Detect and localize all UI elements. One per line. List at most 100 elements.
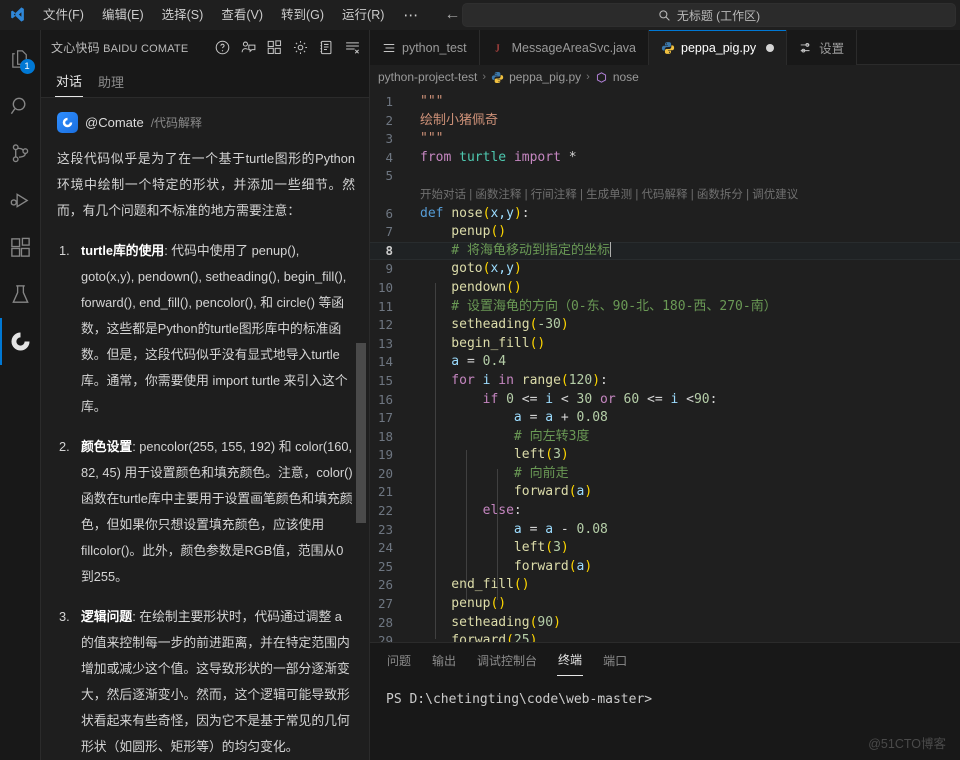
- code-line[interactable]: 22 else:: [370, 502, 960, 521]
- activitybar-comate[interactable]: [0, 318, 41, 365]
- person-feedback-icon[interactable]: [240, 39, 257, 56]
- panel-tab-ports[interactable]: 端口: [602, 644, 628, 676]
- code-token: :: [600, 372, 608, 388]
- code-line[interactable]: 23 a = a - 0.08: [370, 521, 960, 540]
- menu-bar: 文件(F) 编辑(E) 选择(S) 查看(V) 转到(G) 运行(R) ⋯: [34, 2, 429, 28]
- panel-tab-debug-console[interactable]: 调试控制台: [476, 644, 538, 676]
- code-token: (: [560, 372, 569, 388]
- code-line[interactable]: 13 begin_fill(): [370, 335, 960, 354]
- code-line[interactable]: 19 left(3): [370, 446, 960, 465]
- code-line[interactable]: 4 from turtle import *: [370, 149, 960, 168]
- panel-tab-problems[interactable]: 问题: [386, 644, 412, 676]
- menu-edit[interactable]: 编辑(E): [93, 2, 153, 28]
- arrow-left-icon[interactable]: ←: [443, 6, 461, 23]
- codelens-actions[interactable]: 开始对话 | 函数注释 | 行间注释 | 生成单测 | 代码解释 | 函数拆分 …: [406, 186, 798, 205]
- tab-messageareasvc-java[interactable]: J MessageAreaSvc.java: [479, 30, 650, 65]
- code-line[interactable]: 3 """: [370, 130, 960, 149]
- extensions-layout-icon[interactable]: [266, 39, 283, 56]
- settings-icon: [799, 41, 813, 55]
- panel-tab-terminal[interactable]: 终端: [557, 643, 584, 676]
- activitybar-testing[interactable]: [0, 271, 41, 318]
- run-debug-icon: [10, 193, 28, 208]
- vscode-logo-icon: [0, 0, 34, 30]
- code-line[interactable]: 16 if 0 <= i < 30 or 60 <= i <90:: [370, 391, 960, 410]
- line-number: 15: [377, 372, 393, 388]
- code-line[interactable]: 6 def nose(x,y):: [370, 205, 960, 224]
- code-token: x,y: [490, 261, 514, 277]
- question-circle-icon[interactable]: [214, 39, 231, 56]
- breadcrumb-file[interactable]: peppa_pig.py: [491, 70, 581, 84]
- gear-icon[interactable]: [292, 39, 309, 56]
- menu-view[interactable]: 查看(V): [212, 2, 272, 28]
- code-line[interactable]: 12 setheading(-30): [370, 316, 960, 335]
- code-line[interactable]: 17 a = a + 0.08: [370, 409, 960, 428]
- code-line[interactable]: 21 forward(a): [370, 483, 960, 502]
- line-number: 2: [385, 112, 393, 128]
- code-token: # 将海龟移动到指定的坐标: [420, 242, 610, 258]
- breadcrumb-folder[interactable]: python-project-test: [378, 70, 477, 84]
- code-token: ): [592, 372, 601, 388]
- menu-file[interactable]: 文件(F): [34, 2, 93, 28]
- panel-tab-output[interactable]: 输出: [431, 644, 457, 676]
- quick-input-search[interactable]: 无标题 (工作区): [462, 3, 956, 27]
- line-number: 28: [377, 614, 393, 630]
- activitybar-source-control[interactable]: [0, 130, 41, 177]
- code-line[interactable]: 9 goto(x,y): [370, 260, 960, 279]
- code-line[interactable]: 11 # 设置海龟的方向（0-东、90-北、180-西、270-南）: [370, 298, 960, 317]
- code-line[interactable]: 27 penup(): [370, 595, 960, 614]
- code-token: import: [513, 149, 569, 165]
- code-line[interactable]: 26 end_fill(): [370, 576, 960, 595]
- code-token: (: [545, 447, 554, 463]
- activitybar-search[interactable]: [0, 83, 41, 130]
- clear-all-icon[interactable]: [344, 39, 361, 56]
- menu-go[interactable]: 转到(G): [272, 2, 333, 28]
- code-line[interactable]: 29 forward(25): [370, 632, 960, 642]
- code-token: <=: [647, 391, 671, 407]
- code-line[interactable]: 7 penup(): [370, 223, 960, 242]
- code-line[interactable]: 15 for i in range(120):: [370, 372, 960, 391]
- code-token: in: [498, 372, 522, 388]
- tab-python-test[interactable]: python_test: [370, 30, 480, 65]
- code-token: left: [420, 540, 546, 556]
- menu-more-button[interactable]: ⋯: [393, 6, 429, 24]
- codelens-row[interactable]: 开始对话 | 函数注释 | 行间注释 | 生成单测 | 代码解释 | 函数拆分 …: [370, 186, 960, 205]
- code-line[interactable]: 8 # 将海龟移动到指定的坐标: [370, 241, 960, 261]
- menu-run[interactable]: 运行(R): [333, 2, 393, 28]
- code-text: begin_fill(): [406, 335, 960, 354]
- code-line[interactable]: 18 # 向左转3度: [370, 428, 960, 447]
- code-line[interactable]: 28 setheading(90): [370, 614, 960, 633]
- tab-settings[interactable]: 设置: [787, 30, 858, 65]
- terminal-prompt: PS D:\chetingting\code\web-master>: [386, 692, 653, 707]
- code-line[interactable]: 2 绘制小猪佩奇: [370, 112, 960, 131]
- code-token: :: [709, 391, 718, 407]
- notebook-icon[interactable]: [318, 39, 335, 56]
- breadcrumb-symbol[interactable]: nose: [595, 70, 639, 84]
- code-token: 3: [553, 540, 561, 556]
- activitybar-extensions[interactable]: [0, 224, 41, 271]
- code-line[interactable]: 10 pendown(): [370, 279, 960, 298]
- code-editor[interactable]: 1 """ 2 绘制小猪佩奇 3 """ 4 from turtle import * 5 开始对…: [370, 89, 960, 642]
- line-number: 1: [385, 94, 393, 109]
- code-token: 60: [623, 391, 647, 407]
- activitybar-run-debug[interactable]: [0, 177, 41, 224]
- breadcrumb-separator-icon: ›: [482, 71, 487, 83]
- code-text: a = a + 0.08: [406, 409, 960, 428]
- code-line[interactable]: 1 """: [370, 93, 960, 112]
- menu-selection[interactable]: 选择(S): [153, 2, 213, 28]
- code-line[interactable]: 20 # 向前走: [370, 465, 960, 484]
- activitybar-explorer[interactable]: 1: [0, 36, 41, 83]
- sidebar-tab-assistant[interactable]: 助理: [97, 65, 125, 97]
- sidebar-scrollbar[interactable]: [356, 343, 366, 523]
- code-line[interactable]: 5: [370, 167, 960, 186]
- activity-bar: 1: [0, 30, 41, 760]
- breadcrumb-label: peppa_pig.py: [509, 70, 582, 84]
- code-line[interactable]: 14 a = 0.4: [370, 353, 960, 372]
- tab-peppa-pig-py[interactable]: peppa_pig.py: [649, 30, 788, 65]
- sidebar-tab-chat[interactable]: 对话: [55, 64, 84, 97]
- dirty-indicator-icon[interactable]: [766, 43, 775, 52]
- code-token: 0: [506, 391, 522, 407]
- code-line[interactable]: 24 left(3): [370, 539, 960, 558]
- code-line[interactable]: 25 forward(a): [370, 558, 960, 577]
- message-intro: 这段代码似乎是为了在一个基于turtle图形的Python环境中绘制一个特定的形…: [57, 151, 355, 218]
- code-token: for: [420, 372, 483, 388]
